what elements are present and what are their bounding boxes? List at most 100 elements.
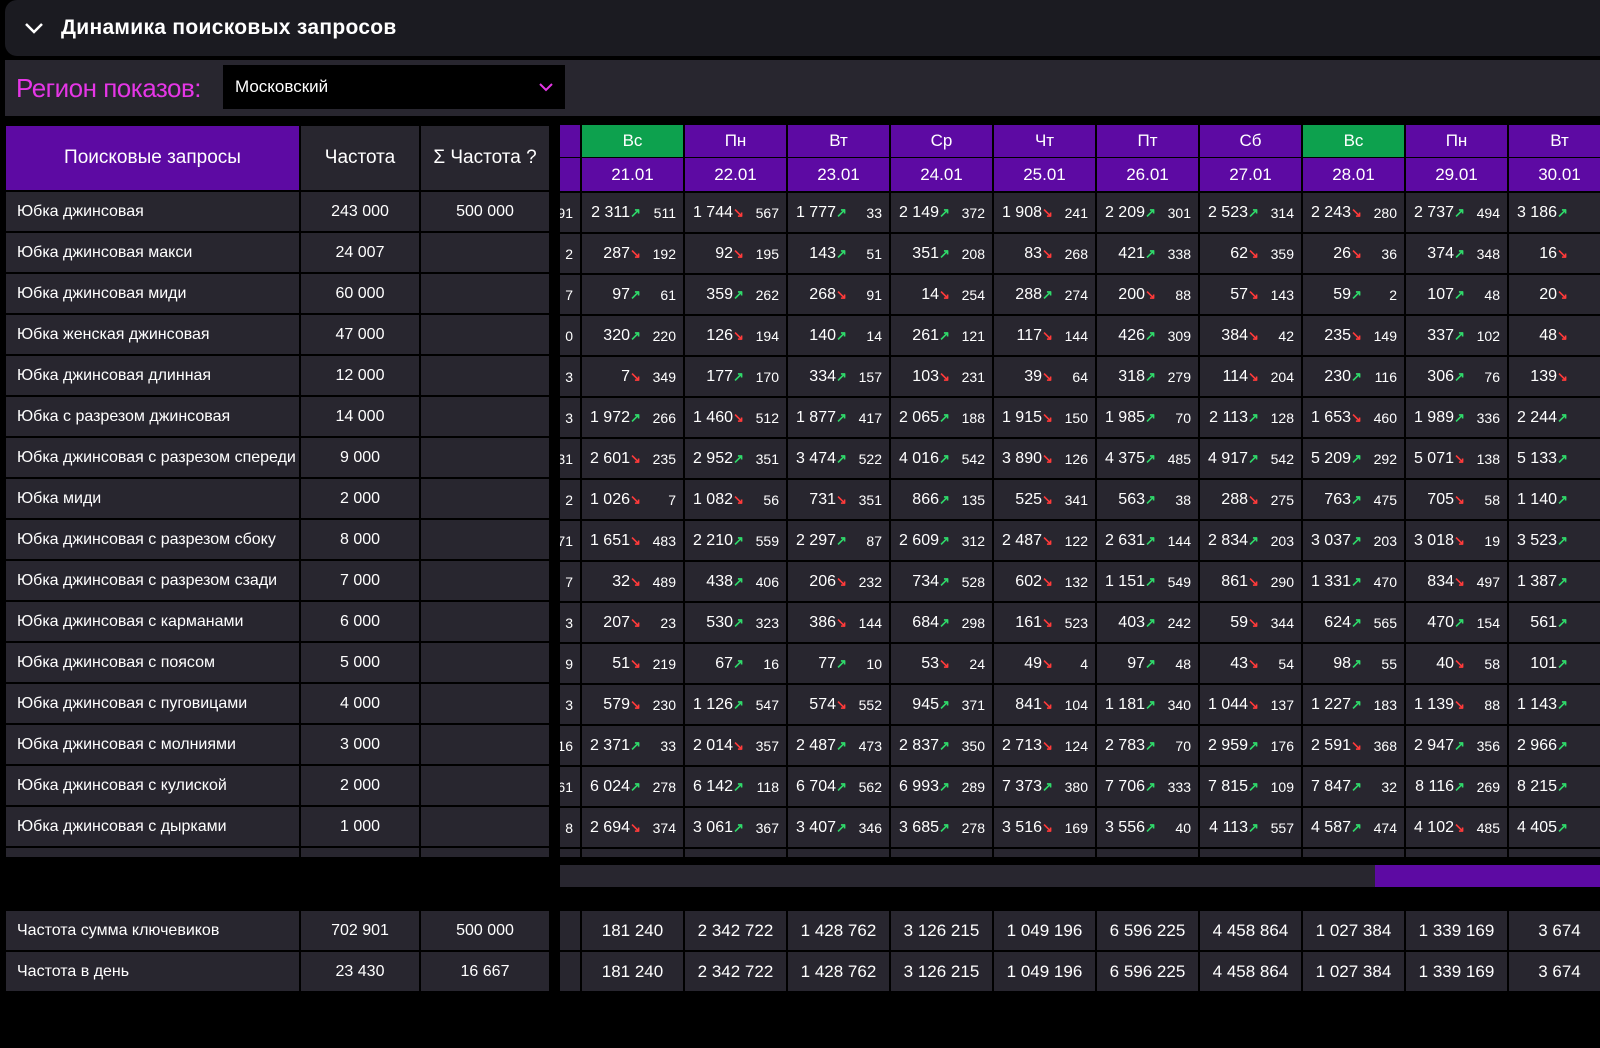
day-cell[interactable]: 3 <box>560 356 581 397</box>
day-cell[interactable]: 9 <box>560 643 581 684</box>
day-cell[interactable]: 3 037 ↗ 203 <box>1302 520 1405 561</box>
chevron-down-icon[interactable] <box>23 17 45 39</box>
day-cell[interactable]: 6 993 ↗ 289 <box>890 766 993 807</box>
day-cell[interactable]: 3 407 ↗ 346 <box>787 807 890 848</box>
day-cell[interactable]: 1 026 ↘ 7 <box>581 479 684 520</box>
day-cell[interactable]: 126 ↘ 194 <box>684 315 787 356</box>
day-cell[interactable]: 39 ↘ 64 <box>993 356 1096 397</box>
day-cell[interactable]: 426 ↗ 309 <box>1096 315 1199 356</box>
query-cell[interactable]: Юбка с разрезом джинсовая <box>5 396 300 437</box>
day-cell[interactable]: 4 375 ↗ 485 <box>1096 438 1199 479</box>
date-header[interactable]: 22.01 <box>685 158 786 191</box>
day-cell[interactable]: 53 ↘ 24 <box>890 643 993 684</box>
date-header[interactable]: 24.01 <box>891 158 992 191</box>
day-cell[interactable]: 561 ↗ <box>1508 602 1600 643</box>
day-cell[interactable]: 140 ↗ 14 <box>787 315 890 356</box>
query-cell[interactable]: Юбка джинсовая с молниями <box>5 724 300 765</box>
region-select[interactable]: Московский <box>223 65 565 109</box>
day-cell[interactable]: 2 243 ↘ 280 <box>1302 192 1405 233</box>
day-cell[interactable]: 1 126 ↗ 547 <box>684 684 787 725</box>
query-cell[interactable]: Юбка джинсовая с поясом <box>5 642 300 683</box>
day-cell[interactable]: 4 113 ↗ 557 <box>1199 807 1302 848</box>
day-cell[interactable]: 3 685 ↗ 278 <box>890 807 993 848</box>
day-cell[interactable]: 2 297 ↗ 87 <box>787 520 890 561</box>
table-row[interactable]: Юбка миди 2 000 <box>5 478 550 519</box>
day-cell[interactable]: 2 244 ↗ <box>1508 397 1600 438</box>
day-cell[interactable]: 1 985 ↗ 70 <box>1096 397 1199 438</box>
query-cell[interactable]: Юбка джинсовая с пуговицами <box>5 683 300 724</box>
day-cell[interactable]: 2 947 ↗ 356 <box>1405 725 1508 766</box>
day-cell[interactable]: 1 181 ↗ 340 <box>1096 684 1199 725</box>
table-row[interactable]: Юбка джинсовая с поясом 5 000 <box>5 642 550 683</box>
day-cell[interactable]: 374 ↗ 348 <box>1405 233 1508 274</box>
day-cell[interactable]: 161 ↘ 523 <box>993 602 1096 643</box>
day-cell[interactable]: 20 ↘ <box>1508 274 1600 315</box>
day-cell[interactable]: 49 ↘ 4 <box>993 643 1096 684</box>
day-cell[interactable]: 1 877 ↗ 417 <box>787 397 890 438</box>
day-cell[interactable]: 1 744 ↘ 567 <box>684 192 787 233</box>
query-cell[interactable]: Юбка джинсовая длинная <box>5 355 300 396</box>
day-cell[interactable]: 97 ↗ 61 <box>581 274 684 315</box>
day-cell[interactable]: 705 ↘ 58 <box>1405 479 1508 520</box>
day-cell[interactable]: 2 694 ↘ 374 <box>581 807 684 848</box>
day-cell[interactable]: 530 ↗ 323 <box>684 602 787 643</box>
day-cell[interactable]: 2 210 ↗ 559 <box>684 520 787 561</box>
day-name-header[interactable]: Вт <box>788 125 889 157</box>
day-cell[interactable]: 334 ↗ 157 <box>787 356 890 397</box>
table-row[interactable]: Юбка джинсовая миди 60 000 <box>5 273 550 314</box>
day-name-header[interactable]: Ср <box>891 125 992 157</box>
day-cell[interactable]: 5 209 ↗ 292 <box>1302 438 1405 479</box>
table-row[interactable]: Юбка джинсовая 243 000 500 000 <box>5 191 550 232</box>
table-row[interactable]: Юбка джинсовая с молниями 3 000 <box>5 724 550 765</box>
day-cell[interactable]: 563 ↗ 38 <box>1096 479 1199 520</box>
day-cell[interactable]: 1 082 ↘ 56 <box>684 479 787 520</box>
day-cell[interactable]: 7 706 ↗ 333 <box>1096 766 1199 807</box>
day-cell[interactable]: 320 ↗ 220 <box>581 315 684 356</box>
day-cell[interactable]: 7 373 ↗ 380 <box>993 766 1096 807</box>
day-cell[interactable]: 763 ↗ 475 <box>1302 479 1405 520</box>
day-cell[interactable]: 3 <box>560 397 581 438</box>
day-cell[interactable]: 470 ↗ 154 <box>1405 602 1508 643</box>
day-cell[interactable]: 8 <box>560 807 581 848</box>
day-cell[interactable]: 1 908 ↘ 241 <box>993 192 1096 233</box>
day-cell[interactable]: 841 ↘ 104 <box>993 684 1096 725</box>
day-cell[interactable]: 200 ↘ 88 <box>1096 274 1199 315</box>
day-cell[interactable]: 2 834 ↗ 203 <box>1199 520 1302 561</box>
day-cell[interactable]: 2 113 ↗ 128 <box>1199 397 1302 438</box>
date-header[interactable]: 25.01 <box>994 158 1095 191</box>
day-cell[interactable]: 945 ↗ 371 <box>890 684 993 725</box>
day-name-header[interactable]: Пн <box>685 125 786 157</box>
day-cell[interactable]: 834 ↘ 497 <box>1405 561 1508 602</box>
day-cell[interactable]: 6 024 ↗ 278 <box>581 766 684 807</box>
query-cell[interactable]: Юбка джинсовая с разрезом спереди <box>5 437 300 478</box>
day-cell[interactable]: 43 ↘ 54 <box>1199 643 1302 684</box>
query-cell[interactable]: Юбка джинсовая с разрезом сбоку <box>5 519 300 560</box>
table-row[interactable]: Юбка джинсовая макси 24 007 <box>5 232 550 273</box>
day-cell[interactable]: 3 474 ↗ 522 <box>787 438 890 479</box>
day-cell[interactable]: 2 591 ↘ 368 <box>1302 725 1405 766</box>
day-cell[interactable]: 1 777 ↗ 33 <box>787 192 890 233</box>
day-cell[interactable]: 2 311 ↗ 511 <box>581 192 684 233</box>
day-cell[interactable]: 5 133 ↗ <box>1508 438 1600 479</box>
day-cell[interactable]: 4 016 ↗ 542 <box>890 438 993 479</box>
section-header[interactable]: Динамика поисковых запросов <box>5 0 1600 56</box>
table-row[interactable]: Юбка джинсовая с дырками 1 000 <box>5 806 550 847</box>
day-cell[interactable]: 117 ↘ 144 <box>993 315 1096 356</box>
day-cell[interactable]: 31 <box>560 438 581 479</box>
day-cell[interactable]: 318 ↗ 279 <box>1096 356 1199 397</box>
day-cell[interactable]: 2 <box>560 233 581 274</box>
col-header-sum-frequency[interactable]: Σ Частота ? <box>420 125 550 191</box>
day-cell[interactable]: 207 ↘ 23 <box>581 602 684 643</box>
day-cell[interactable]: 143 ↗ 51 <box>787 233 890 274</box>
day-cell[interactable]: 2 523 ↗ 314 <box>1199 192 1302 233</box>
day-cell[interactable]: 2 713 ↘ 124 <box>993 725 1096 766</box>
day-cell[interactable]: 2 601 ↘ 235 <box>581 438 684 479</box>
day-cell[interactable]: 2 371 ↗ 33 <box>581 725 684 766</box>
day-cell[interactable]: 4 405 ↗ <box>1508 807 1600 848</box>
day-cell[interactable]: 3 061 ↗ 367 <box>684 807 787 848</box>
col-header-queries[interactable]: Поисковые запросы <box>5 125 300 191</box>
day-cell[interactable]: 57 ↘ 143 <box>1199 274 1302 315</box>
day-cell[interactable]: 71 <box>560 520 581 561</box>
day-cell[interactable]: 3 516 ↘ 169 <box>993 807 1096 848</box>
day-cell[interactable]: 6 704 ↗ 562 <box>787 766 890 807</box>
